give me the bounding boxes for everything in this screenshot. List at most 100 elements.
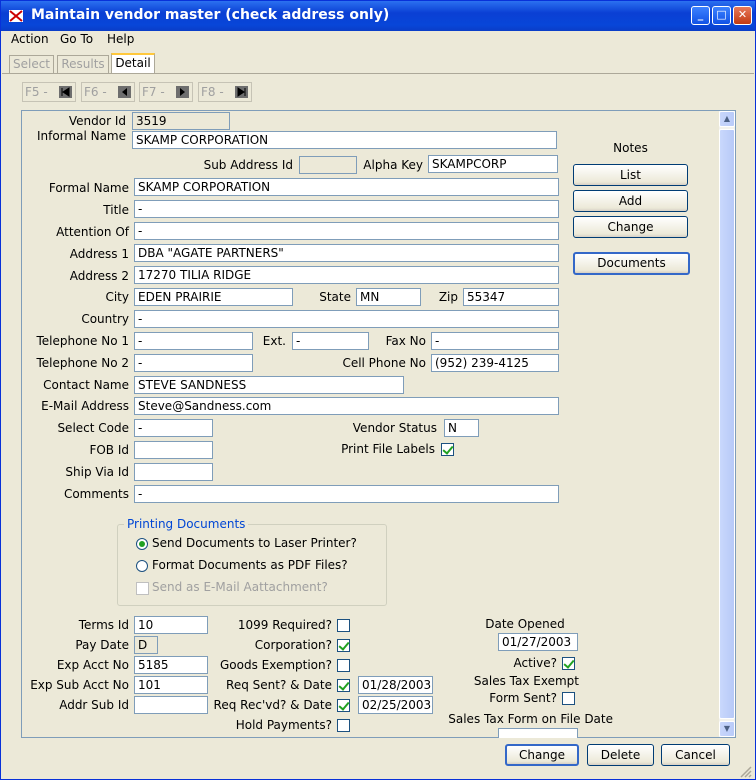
- vendor-id-field: 3519: [132, 112, 230, 130]
- address1-field[interactable]: DBA "AGATE PARTNERS": [134, 244, 559, 262]
- change-button[interactable]: Change: [505, 744, 579, 766]
- fax-label: Fax No: [385, 334, 426, 348]
- tab-results[interactable]: Results: [57, 55, 109, 73]
- telephone2-field[interactable]: -: [134, 354, 253, 372]
- city-field[interactable]: EDEN PRAIRIE: [134, 288, 293, 306]
- scroll-down-button[interactable]: ▼: [719, 721, 735, 737]
- laser-printer-radio[interactable]: [136, 538, 148, 550]
- last-record-button[interactable]: F8 -: [198, 82, 252, 102]
- fob-id-label: FOB Id: [89, 443, 129, 457]
- notes-change-button[interactable]: Change: [573, 216, 688, 238]
- scroll-down-icon: ▼: [723, 724, 731, 733]
- last-icon: [235, 86, 248, 98]
- active-label: Active?: [513, 656, 558, 670]
- fkey-f7-label: F7 -: [142, 85, 165, 99]
- minimize-button[interactable]: _: [691, 6, 710, 25]
- state-field[interactable]: MN: [356, 288, 421, 306]
- formal-name-field[interactable]: SKAMP CORPORATION: [134, 178, 559, 196]
- pdf-files-radio[interactable]: [136, 560, 148, 572]
- attention-of-label: Attention Of: [56, 225, 129, 239]
- first-icon: [59, 86, 72, 98]
- notes-add-button[interactable]: Add: [573, 190, 688, 212]
- fob-id-field[interactable]: [134, 441, 213, 459]
- hold-payments-label: Hold Payments?: [235, 718, 332, 732]
- goods-exemption-checkbox[interactable]: [337, 659, 350, 672]
- req-sent-date-field[interactable]: 01/28/2003: [358, 676, 433, 694]
- terms-id-field[interactable]: 10: [134, 616, 208, 634]
- city-label: City: [105, 290, 129, 304]
- title-field[interactable]: -: [134, 200, 559, 218]
- telephone1-field[interactable]: -: [134, 332, 253, 350]
- select-code-field[interactable]: -: [134, 419, 213, 437]
- resize-grip-icon[interactable]: [739, 765, 753, 779]
- form-sent-checkbox[interactable]: [562, 692, 575, 705]
- date-opened-label: Date Opened: [485, 617, 565, 631]
- print-file-labels-label: Print File Labels: [341, 442, 435, 456]
- title-bar[interactable]: Maintain vendor master (check address on…: [1, 1, 755, 31]
- date-opened-field[interactable]: 01/27/2003: [498, 633, 578, 651]
- req-sent-checkbox[interactable]: [337, 679, 350, 692]
- scroll-up-button[interactable]: ▲: [719, 111, 735, 127]
- pay-date-label: Pay Date: [75, 638, 129, 652]
- fax-field[interactable]: -: [431, 332, 559, 350]
- previous-record-button[interactable]: F6 -: [81, 82, 135, 102]
- pdf-files-label[interactable]: Format Documents as PDF Files?: [152, 558, 348, 572]
- vendor-status-field[interactable]: N: [444, 419, 479, 437]
- req-recvd-label: Req Rec'vd? & Date: [213, 698, 332, 712]
- scroll-thumb[interactable]: [719, 129, 735, 719]
- corporation-checkbox[interactable]: [337, 639, 350, 652]
- printing-documents-title: Printing Documents: [124, 517, 249, 531]
- delete-button[interactable]: Delete: [587, 744, 654, 766]
- ship-via-field[interactable]: [134, 463, 213, 481]
- contact-name-label: Contact Name: [43, 378, 129, 392]
- tab-detail[interactable]: Detail: [111, 53, 155, 74]
- address2-field[interactable]: 17270 TILIA RIDGE: [134, 266, 559, 284]
- country-field[interactable]: -: [134, 310, 559, 328]
- formal-name-label: Formal Name: [48, 181, 129, 195]
- first-record-button[interactable]: F5 -: [22, 82, 76, 102]
- exp-acct-field[interactable]: 5185: [134, 656, 208, 674]
- cell-phone-field[interactable]: (952) 239-4125: [431, 354, 559, 372]
- app-icon: [9, 10, 23, 22]
- req-recvd-date-field[interactable]: 02/25/2003: [358, 696, 433, 714]
- laser-printer-label[interactable]: Send Documents to Laser Printer?: [152, 536, 357, 550]
- req-sent-label: Req Sent? & Date: [226, 678, 332, 692]
- alpha-key-field[interactable]: SKAMPCORP: [428, 155, 558, 173]
- ship-via-label: Ship Via Id: [65, 465, 129, 479]
- req-1099-checkbox[interactable]: [337, 619, 350, 632]
- sub-address-id-label: Sub Address Id: [203, 158, 293, 172]
- tab-select[interactable]: Select: [9, 55, 54, 73]
- telephone1-label: Telephone No 1: [36, 334, 129, 348]
- attention-of-field[interactable]: -: [134, 222, 559, 240]
- next-record-button[interactable]: F7 -: [139, 82, 193, 102]
- zip-field[interactable]: 55347: [463, 288, 559, 306]
- close-button[interactable]: ✕: [733, 6, 752, 25]
- vertical-scrollbar[interactable]: ▲ ▼: [719, 111, 735, 737]
- notes-title: Notes: [613, 141, 648, 155]
- email-label: E-Mail Address: [41, 399, 129, 413]
- exp-sub-acct-field[interactable]: 101: [134, 676, 208, 694]
- close-icon: ✕: [737, 8, 748, 21]
- cancel-button[interactable]: Cancel: [661, 744, 730, 766]
- hold-payments-checkbox[interactable]: [337, 719, 350, 732]
- documents-button[interactable]: Documents: [573, 252, 690, 275]
- ext-field[interactable]: -: [292, 332, 369, 350]
- address1-label: Address 1: [69, 247, 129, 261]
- window-title: Maintain vendor master (check address on…: [31, 7, 390, 23]
- form-sent-label: Form Sent?: [489, 691, 557, 705]
- menu-help[interactable]: Help: [107, 32, 134, 46]
- sales-tax-form-date-field[interactable]: [498, 728, 578, 738]
- email-field[interactable]: Steve@Sandness.com: [134, 397, 559, 415]
- print-file-labels-checkbox[interactable]: [441, 443, 454, 456]
- req-recvd-checkbox[interactable]: [337, 699, 350, 712]
- active-checkbox[interactable]: [562, 657, 575, 670]
- menu-goto[interactable]: Go To: [60, 32, 93, 46]
- informal-name-field[interactable]: SKAMP CORPORATION: [132, 131, 557, 149]
- contact-name-field[interactable]: STEVE SANDNESS: [134, 376, 404, 394]
- maximize-button[interactable]: □: [712, 6, 731, 25]
- notes-list-button[interactable]: List: [573, 164, 688, 186]
- scroll-up-icon: ▲: [723, 114, 731, 123]
- previous-icon: [118, 86, 131, 98]
- comments-field[interactable]: -: [134, 485, 559, 503]
- menu-action[interactable]: Action: [11, 32, 49, 46]
